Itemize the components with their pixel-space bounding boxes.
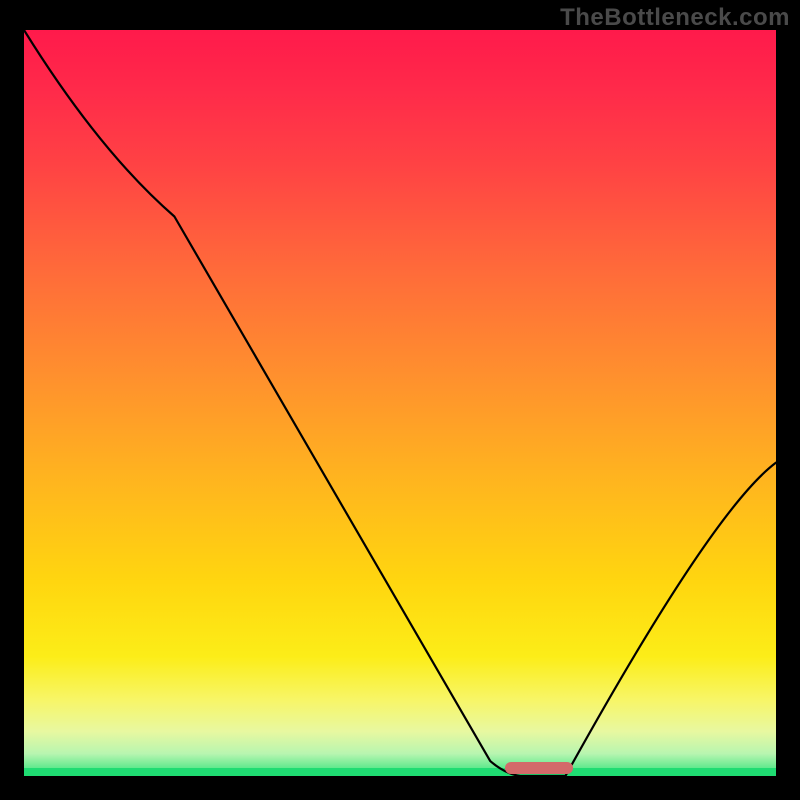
bottleneck-curve — [24, 30, 776, 776]
chart-frame: TheBottleneck.com — [0, 0, 800, 800]
watermark-text: TheBottleneck.com — [560, 4, 790, 32]
plot-area — [24, 30, 776, 776]
optimal-range-marker — [505, 762, 573, 774]
plot-outer — [24, 30, 776, 776]
